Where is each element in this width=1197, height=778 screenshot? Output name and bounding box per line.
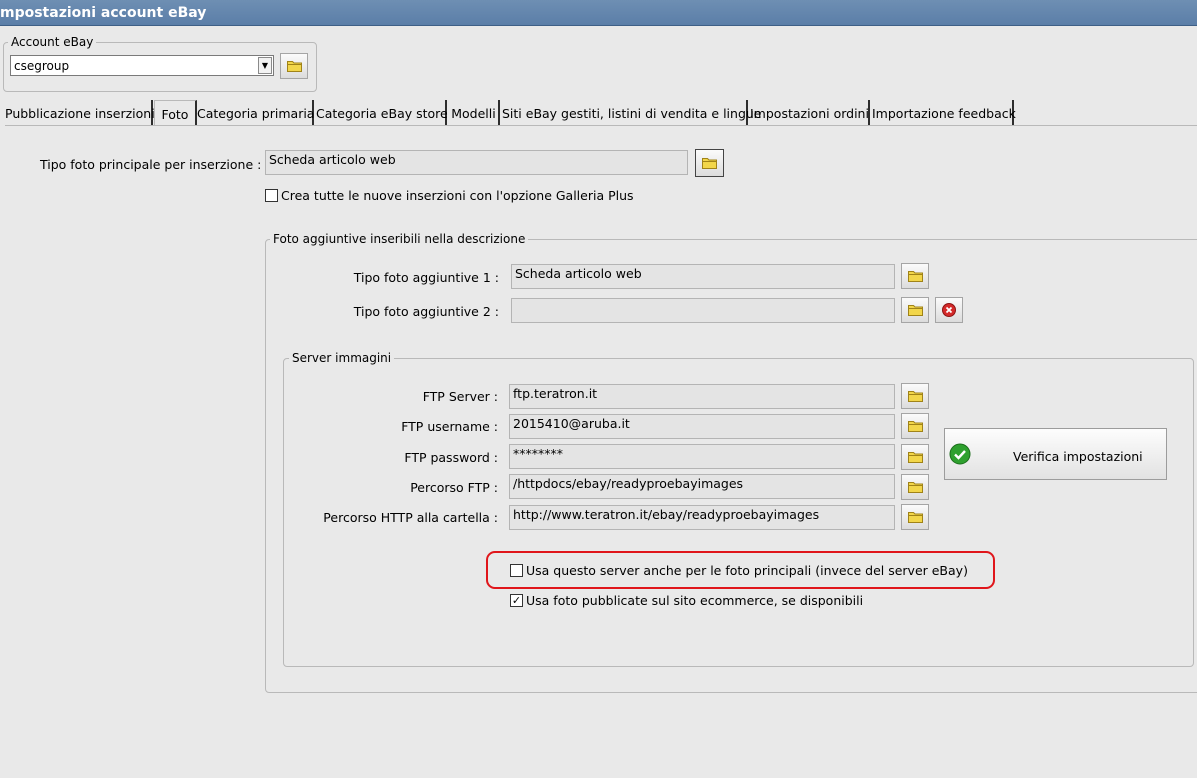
ftp-path-browse-button[interactable] xyxy=(901,474,929,500)
chevron-down-icon[interactable]: ▼ xyxy=(258,57,272,74)
additional-type2-label: Tipo foto aggiuntive 2 : xyxy=(353,304,499,319)
folder-icon xyxy=(907,512,923,523)
folder-icon xyxy=(907,421,923,432)
additional-type2-clear-button[interactable] xyxy=(935,297,963,323)
tab-label: Categoria eBay store xyxy=(316,106,448,121)
tab-modelli[interactable]: Modelli xyxy=(449,100,500,126)
folder-icon xyxy=(907,305,923,316)
additional-type2-browse-button[interactable] xyxy=(901,297,929,323)
background-window-strip xyxy=(0,0,1197,3)
use-ecommerce-photos-checkbox[interactable]: ✓ xyxy=(510,594,523,607)
ftp-password-browse-button[interactable] xyxy=(901,444,929,470)
tab-label: Categoria primaria xyxy=(197,106,315,121)
ftp-path-field[interactable]: /httpdocs/ebay/readyproebayimages xyxy=(509,474,895,499)
ftp-username-label: FTP username : xyxy=(401,419,498,434)
use-ecommerce-photos-label: Usa foto pubblicate sul sito ecommerce, … xyxy=(526,593,864,608)
tab-categoria-primaria[interactable]: Categoria primaria xyxy=(197,100,314,126)
tab-label: Importazione feedback xyxy=(872,106,1016,121)
http-path-browse-button[interactable] xyxy=(901,504,929,530)
tab-label: Siti eBay gestiti, listini di vendita e … xyxy=(502,106,762,121)
ftp-username-field[interactable]: 2015410@aruba.it xyxy=(509,414,895,439)
folder-icon xyxy=(286,61,302,72)
main-photo-type-browse-button[interactable] xyxy=(695,149,724,177)
tab-siti-ebay[interactable]: Siti eBay gestiti, listini di vendita e … xyxy=(502,100,762,126)
additional-type1-label: Tipo foto aggiuntive 1 : xyxy=(353,270,499,285)
ftp-server-label: FTP Server : xyxy=(422,389,498,404)
folder-icon xyxy=(907,482,923,493)
tab-label: Foto xyxy=(161,107,189,122)
account-group-label: Account eBay xyxy=(8,35,97,49)
additional-type2-field[interactable] xyxy=(511,298,895,323)
galleria-plus-checkbox[interactable] xyxy=(265,189,278,202)
tab-label: Modelli xyxy=(451,106,496,121)
account-select[interactable]: csegroup ▼ xyxy=(10,55,274,76)
folder-icon xyxy=(907,452,923,463)
tab-label: Pubblicazione inserzioni xyxy=(5,106,155,121)
main-photo-type-label: Tipo foto principale per inserzione : xyxy=(40,157,262,172)
galleria-plus-label: Crea tutte le nuove inserzioni con l'opz… xyxy=(281,188,634,203)
tab-foto[interactable]: Foto xyxy=(154,100,197,126)
folder-icon xyxy=(907,271,923,282)
use-server-main-photos-checkbox[interactable] xyxy=(510,564,523,577)
use-server-main-photos-label: Usa questo server anche per le foto prin… xyxy=(526,563,968,578)
tab-impostazioni-ordini[interactable]: Impostazioni ordini xyxy=(750,100,870,126)
tab-categoria-ebay-store[interactable]: Categoria eBay store xyxy=(316,100,448,126)
http-path-label: Percorso HTTP alla cartella : xyxy=(323,510,498,525)
check-ok-icon xyxy=(949,443,971,465)
ftp-server-field[interactable]: ftp.teratron.it xyxy=(509,384,895,409)
additional-type1-browse-button[interactable] xyxy=(901,263,929,289)
http-path-field[interactable]: http://www.teratron.it/ebay/readyproebay… xyxy=(509,505,895,530)
additional-type1-field[interactable]: Scheda articolo web xyxy=(511,264,895,289)
window-title-bar: mpostazioni account eBay xyxy=(0,0,1197,26)
ftp-server-browse-button[interactable] xyxy=(901,383,929,409)
ftp-password-field[interactable]: ******** xyxy=(509,444,895,469)
folder-icon xyxy=(907,391,923,402)
tab-importazione-feedback[interactable]: Importazione feedback xyxy=(872,100,1016,126)
additional-photos-group-label: Foto aggiuntive inseribili nella descriz… xyxy=(270,232,529,246)
window-title: mpostazioni account eBay xyxy=(0,5,207,21)
verify-settings-label: Verifica impostazioni xyxy=(1013,449,1143,464)
tab-label: Impostazioni ordini xyxy=(750,106,869,121)
main-photo-type-field[interactable]: Scheda articolo web xyxy=(265,150,688,175)
verify-settings-button[interactable]: Verifica impostazioni xyxy=(944,428,1167,480)
ftp-path-label: Percorso FTP : xyxy=(410,480,498,495)
ftp-username-browse-button[interactable] xyxy=(901,413,929,439)
folder-icon xyxy=(702,158,717,169)
ftp-password-label: FTP password : xyxy=(404,450,498,465)
account-browse-button[interactable] xyxy=(280,53,308,79)
tab-pubblicazione-inserzioni[interactable]: Pubblicazione inserzioni xyxy=(5,100,155,126)
account-select-value: csegroup xyxy=(14,59,70,73)
image-server-group-label: Server immagini xyxy=(289,351,395,365)
delete-icon xyxy=(942,303,956,317)
